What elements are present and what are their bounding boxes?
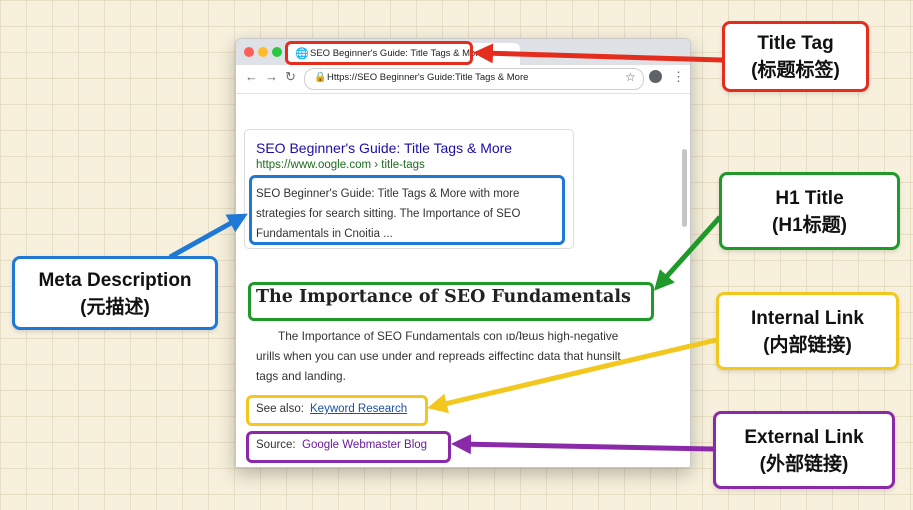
callout-h1-title-line1: H1 Title [775, 188, 844, 209]
callout-title-tag-line1: Title Tag [757, 33, 834, 54]
callout-internal-link-line1: Internal Link [751, 308, 864, 329]
callout-title-tag-line2: (标题标签) [751, 60, 840, 81]
callout-meta-description: Meta Description (元描述) [12, 256, 218, 330]
callout-external-link: External Link (外部链接) [713, 411, 895, 489]
internal-link-arrow [427, 337, 717, 414]
callout-meta-description-line2: (元描述) [80, 297, 150, 318]
h1-arrow [653, 215, 722, 291]
callout-title-tag: Title Tag (标题标签) [722, 21, 869, 92]
callout-external-link-line1: External Link [744, 427, 864, 448]
title-tag-arrow [473, 43, 723, 64]
callout-h1-title-line2: (H1标题) [772, 215, 847, 236]
callout-h1-title: H1 Title (H1标题) [719, 172, 900, 250]
callout-meta-description-line1: Meta Description [38, 270, 192, 291]
callout-external-link-line2: (外部链接) [759, 454, 849, 475]
callout-internal-link-line2: (内部链接) [763, 335, 852, 356]
callout-internal-link: Internal Link (内部链接) [716, 292, 899, 370]
meta-description-arrow [168, 213, 248, 260]
external-link-arrow [451, 434, 714, 455]
